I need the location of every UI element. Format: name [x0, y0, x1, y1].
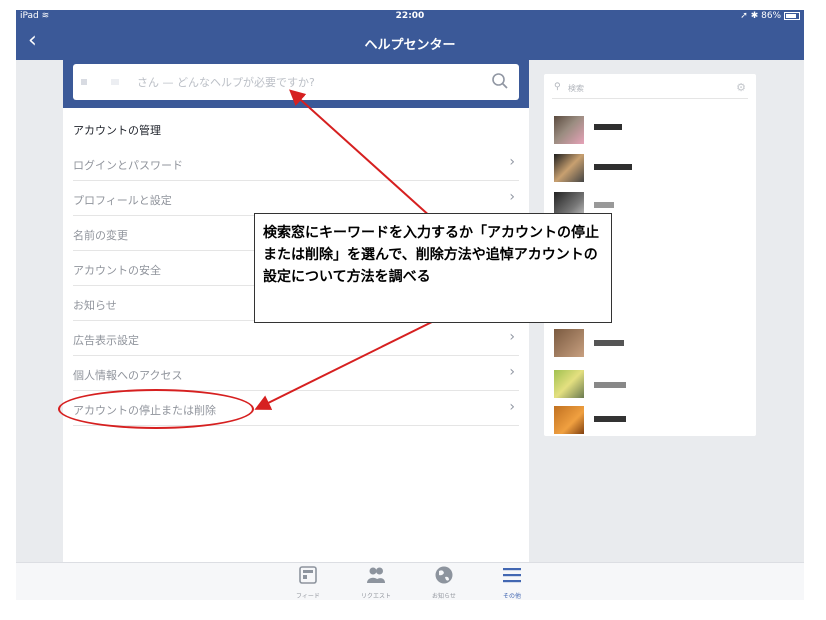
- arrow-to-search: [289, 89, 433, 219]
- annotation-callout: 検索窓にキーワードを入力するか「アカウントの停止または削除」を選んで、削除方法や…: [254, 213, 612, 323]
- highlight-oval: [58, 389, 254, 429]
- arrow-to-delete-item: [254, 317, 441, 410]
